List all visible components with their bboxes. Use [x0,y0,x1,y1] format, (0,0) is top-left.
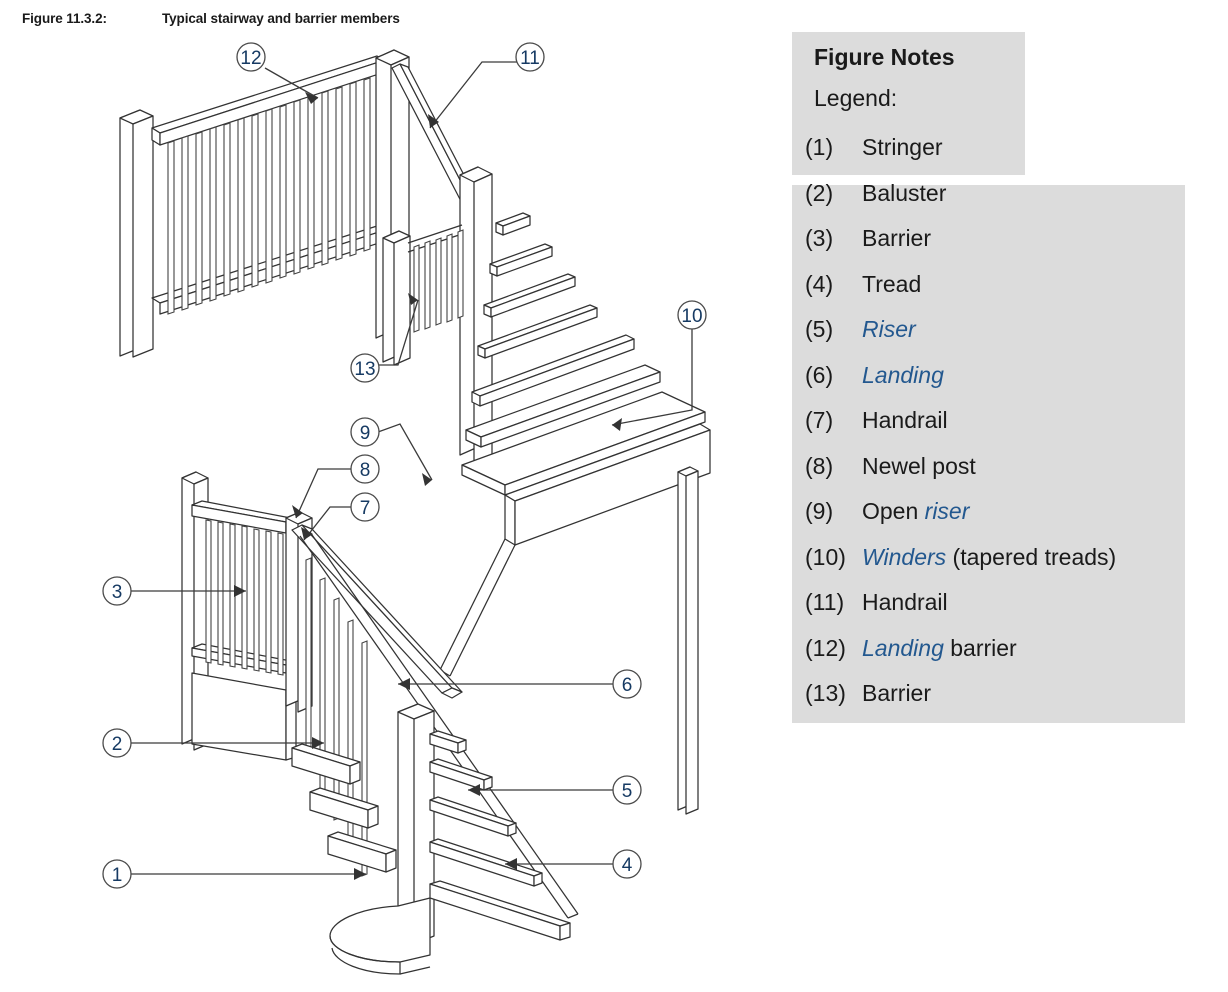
legend-item-number: (4) [805,270,834,297]
callout-8[interactable]: 8 [350,454,380,484]
callout-number: 6 [622,675,633,696]
callout-number: 9 [360,423,371,444]
legend-item-suffix: barrier [943,634,1017,661]
legend-item-text: Handrail [862,407,948,433]
lower-barrier-balusters [205,519,284,676]
legend-item-number: (3) [805,225,834,251]
legend-item-defined-term[interactable]: Winders [862,544,946,570]
short-barrier-13 [382,224,464,366]
lower-barrier-panel [181,471,297,761]
upper-flight-treads [471,212,635,407]
legend-item-3: (3) Barrier [805,216,1116,262]
callout-number: 2 [112,734,123,755]
legend-item-text: Baluster [862,179,947,206]
legend-item-defined-term[interactable]: Landing [862,362,944,388]
legend-item-number: (9) [805,498,834,524]
legend-item-text: Tread [862,270,922,297]
lower-flight-balusters [305,557,368,877]
callout-number: 1 [112,865,123,886]
callout-number: 3 [112,582,123,603]
callout-number: 12 [240,48,261,69]
legend-item-number: (11) [805,589,845,615]
lower-raked-handrail [291,524,463,699]
stairway-diagram: 1 2 3 4 5 6 7 8 9 10 11 12 13 [0,0,790,992]
legend-item-defined-term[interactable]: Riser [862,316,916,342]
legend-item-number: (12) [805,634,846,661]
legend-item-7: (7) Handrail [805,398,1116,444]
callout-7[interactable]: 7 [350,492,380,522]
legend-item-text: Handrail [862,589,948,615]
legend-item-9: (9) Open riser [805,489,1116,535]
callout-number: 7 [360,498,371,519]
callout-number: 13 [354,359,375,380]
legend-item-1: (1) Stringer [805,125,1116,171]
legend-item-number: (13) [805,680,846,706]
legend-item-4: (4) Tread [805,262,1116,308]
legend-item-text: Newel post [862,452,976,479]
callout-4[interactable]: 4 [612,849,642,879]
callout-3[interactable]: 3 [102,576,132,606]
lower-flight-side-steps [291,743,397,873]
callout-10[interactable]: 10 [677,300,707,330]
legend-item-defined-term[interactable]: riser [925,498,970,524]
legend-item-suffix: (tapered treads) [946,543,1117,570]
lower-string-rail [299,531,579,919]
callout-12[interactable]: 12 [236,42,266,72]
legend-item-number: (10) [805,543,846,570]
legend-item-13: (13) Barrier [805,671,1116,717]
legend-item-number: (5) [805,316,834,342]
legend-item-2: (2) Baluster [805,171,1116,217]
legend-item-number: (8) [805,452,834,479]
callout-number: 5 [622,781,633,802]
callout-2[interactable]: 2 [102,728,132,758]
legend-item-5: (5) Riser [805,307,1116,353]
legend-item-6: (6) Landing [805,353,1116,399]
legend-item-number: (7) [805,407,834,433]
callout-13[interactable]: 13 [350,353,380,383]
bottom-bullnose-step [329,880,571,975]
legend-item-number: (1) [805,134,834,160]
callout-number: 4 [622,855,633,876]
legend-label: Legend: [814,85,898,111]
legend-list: (1) Stringer (2) Baluster (3) Barrier (4) Tread… [805,125,1116,717]
callout-5[interactable]: 5 [612,775,642,805]
legend-item-text: Open [862,498,925,524]
callout-11[interactable]: 11 [515,42,545,72]
legend-item-8: (8) Newel post [805,444,1116,490]
legend-item-text: Stringer [862,134,943,160]
callout-6[interactable]: 6 [612,669,642,699]
legend-item-text: Barrier [862,680,932,706]
legend-item-defined-term[interactable]: Landing [862,635,944,661]
legend-item-10: (10) Winders (tapered treads) [805,535,1116,581]
figure-notes-heading: Figure Notes [814,44,955,70]
legend-item-text: Barrier [862,225,932,251]
callout-1[interactable]: 1 [102,859,132,889]
callout-9[interactable]: 9 [350,417,380,447]
legend-item-12: (12) Landing barrier [805,626,1116,672]
callout-number: 10 [681,306,702,327]
legend-item-number: (2) [805,179,834,206]
legend-item-number: (6) [805,361,834,388]
legend-item-11: (11) Handrail [805,580,1116,626]
callout-number: 11 [520,48,540,69]
lower-flight-treads [429,730,543,887]
landing-barrier-panel [119,55,386,358]
callout-number: 8 [360,460,371,481]
